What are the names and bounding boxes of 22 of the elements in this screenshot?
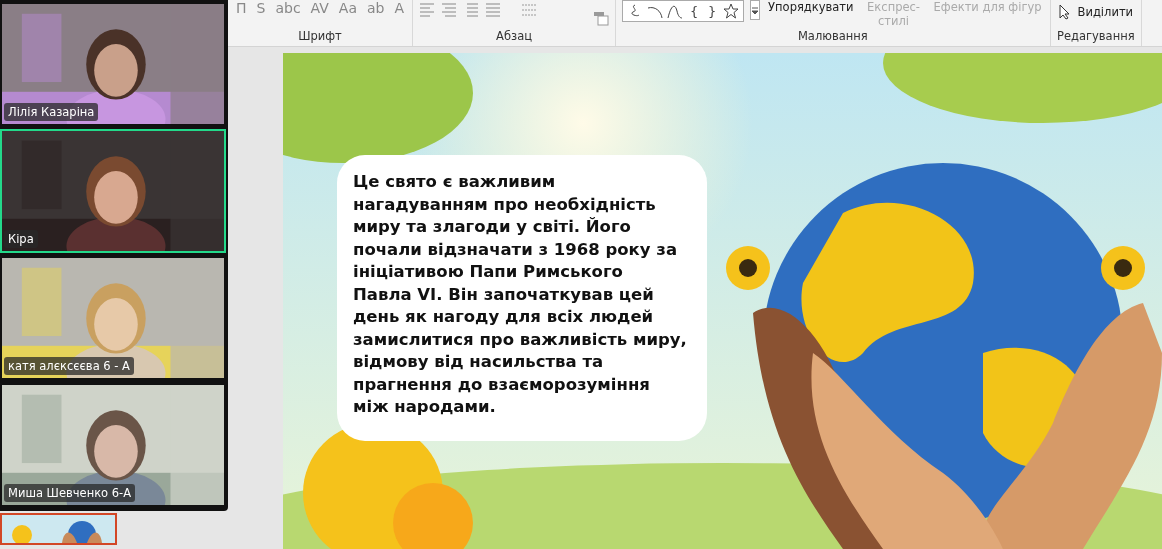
ribbon-button[interactable]: Упорядкувати: [766, 0, 856, 14]
brace-shape[interactable]: }: [705, 3, 720, 19]
participant-name: катя алєксєєва 6 - А: [4, 357, 134, 375]
video-tile[interactable]: Лілія Казаріна: [0, 2, 226, 126]
group-label: Редагування: [1056, 29, 1136, 45]
group-label: Шрифт: [297, 29, 343, 45]
video-tile[interactable]: Миша Шевченко 6-А: [0, 383, 226, 507]
group-label: Абзац: [495, 29, 534, 45]
video-tile[interactable]: Кіра: [0, 129, 226, 253]
curve-icon[interactable]: [667, 3, 684, 19]
text-box-icon[interactable]: [593, 10, 610, 26]
brace-shape[interactable]: {: [687, 3, 702, 19]
participant-name: Кіра: [4, 230, 38, 248]
group-label: Малювання: [796, 29, 869, 45]
slide-text: Це свято є важливим нагадуванням про необхідність миру та злагоди у світі. Його почали відзначати з 1968 року за ініціативою Папи Римського Павла VI. Він започаткував цей день як нагоду для всіх людей замислитися про важливість миру, відмову від насильства та прагнення до взаєморозуміння між народами.: [353, 171, 687, 418]
select-button[interactable]: Виділити: [1075, 5, 1136, 19]
video-tile[interactable]: катя алєксєєва 6 - А: [0, 256, 226, 380]
shape-gallery[interactable]: { }: [622, 0, 745, 22]
participant-name: Миша Шевченко 6-А: [4, 484, 136, 502]
star-icon[interactable]: [723, 3, 740, 19]
dropdown-icon[interactable]: [750, 0, 761, 20]
participant-name: Лілія Казаріна: [4, 103, 99, 121]
